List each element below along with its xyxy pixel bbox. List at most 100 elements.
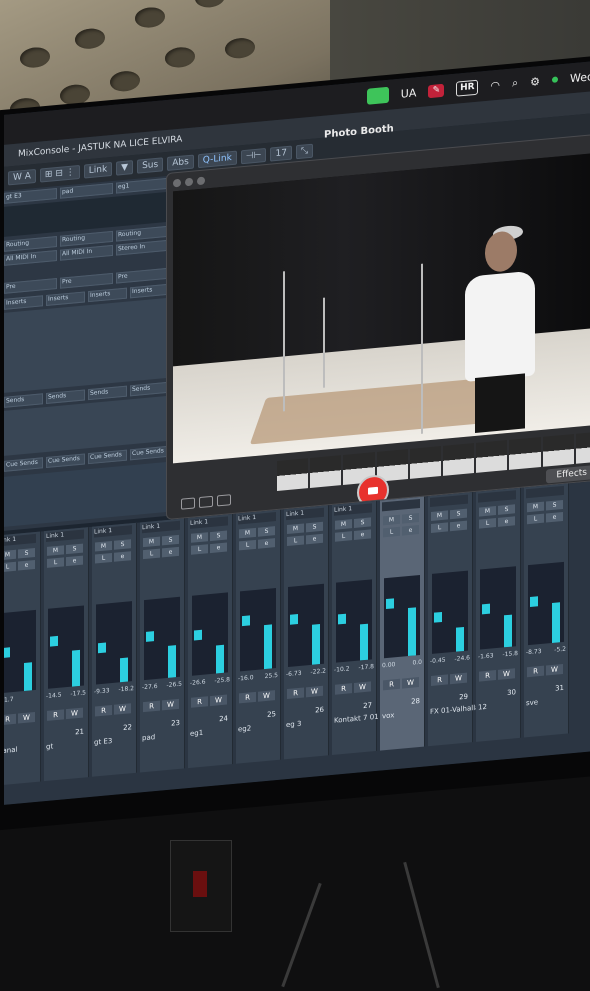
channel-name[interactable]: eg1: [190, 729, 203, 738]
solo-button[interactable]: S: [258, 526, 275, 537]
wifi-icon[interactable]: ◠: [490, 78, 500, 92]
read-button[interactable]: R: [4, 713, 16, 726]
channel-name[interactable]: vox: [382, 711, 394, 720]
routing-label[interactable]: Routing: [4, 235, 57, 252]
link-dropdown-icon[interactable]: ▼: [116, 160, 134, 176]
volume-fader[interactable]: [338, 613, 346, 624]
channel-name[interactable]: sve: [526, 698, 538, 707]
mute-button[interactable]: M: [335, 519, 352, 530]
listen-button[interactable]: L: [191, 544, 208, 555]
write-button[interactable]: W: [498, 668, 515, 680]
write-button[interactable]: W: [450, 672, 467, 685]
link-label[interactable]: Link 1: [190, 516, 228, 529]
read-button[interactable]: R: [95, 704, 112, 717]
solo-button[interactable]: S: [354, 517, 371, 528]
volume-fader[interactable]: [482, 603, 490, 615]
listen-button[interactable]: L: [335, 531, 352, 542]
edit-button[interactable]: e: [114, 551, 131, 562]
listen-button[interactable]: L: [239, 539, 256, 551]
link-label[interactable]: [478, 490, 516, 503]
link-label[interactable]: Link 1: [334, 503, 372, 516]
mute-button[interactable]: M: [47, 545, 64, 556]
volume-value[interactable]: -8.73: [526, 648, 542, 656]
listen-button[interactable]: L: [527, 513, 544, 525]
volume-fader[interactable]: [386, 598, 394, 610]
pre-section[interactable]: Pre: [4, 277, 57, 294]
input-routing[interactable]: Stereo In: [116, 239, 169, 256]
menubar-clock[interactable]: Wed: [570, 70, 590, 85]
cue-sends-label[interactable]: Cue Sends: [88, 449, 127, 465]
menubar-ua[interactable]: UA: [401, 86, 417, 100]
read-button[interactable]: R: [143, 700, 160, 713]
channel-name[interactable]: gt E3: [94, 737, 112, 747]
volume-fader[interactable]: [4, 647, 10, 658]
inserts-label[interactable]: Inserts: [46, 291, 85, 306]
channel-nav-icon[interactable]: ⊣⊢: [240, 147, 267, 165]
link-label[interactable]: Link 1: [4, 533, 36, 547]
mixer-channel[interactable]: MS Le -1.63 -15.8 RW 30 12: [476, 487, 521, 742]
visibility-button[interactable]: W A: [8, 168, 36, 186]
mute-button[interactable]: M: [191, 532, 208, 543]
write-button[interactable]: W: [402, 677, 419, 689]
mute-button[interactable]: M: [287, 523, 304, 535]
edit-button[interactable]: e: [402, 525, 419, 536]
cue-sends-label[interactable]: Cue Sends: [130, 445, 169, 461]
mixer-channel[interactable]: Link 1 MS Le -26.6 -25.8 RW 24 eg1: [188, 513, 233, 769]
volume-value[interactable]: -1.63: [478, 652, 494, 660]
read-button[interactable]: R: [335, 683, 352, 695]
solo-button[interactable]: S: [210, 530, 227, 542]
mute-button[interactable]: M: [4, 549, 16, 561]
listen-button[interactable]: L: [143, 548, 160, 560]
mixer-channel[interactable]: MS Le -0.45 -24.6 RW 29 FX 01-ValhallaVin…: [428, 492, 506, 747]
link-label[interactable]: [430, 494, 468, 508]
mixer-channel[interactable]: MS Le -8.73 -5.2 RW 31 sve: [524, 483, 569, 738]
write-button[interactable]: W: [306, 685, 323, 698]
acrobat-icon[interactable]: ✎: [428, 83, 445, 98]
mute-button[interactable]: M: [431, 510, 448, 521]
solo-button[interactable]: S: [18, 547, 35, 559]
cue-sends-label[interactable]: Cue Sends: [4, 457, 43, 472]
write-button[interactable]: W: [18, 711, 35, 724]
solo-button[interactable]: S: [306, 521, 323, 533]
effects-button[interactable]: Effects: [546, 464, 590, 484]
view-toggle-button[interactable]: ⊞ ⊟ ⋮: [39, 164, 80, 183]
mixer-channel[interactable]: Link 1 MS Le -6.73 -22.2 RW 26 eg 3: [284, 505, 329, 760]
edit-button[interactable]: e: [162, 546, 179, 558]
routing-label[interactable]: Routing: [116, 225, 169, 242]
mixer-channel[interactable]: Link 1 MS Le -10.2 -17.8 RW 27 Kontakt 7 …: [332, 500, 379, 755]
volume-value[interactable]: -27.6: [142, 683, 158, 691]
read-button[interactable]: R: [191, 696, 208, 708]
solo-button[interactable]: S: [498, 504, 515, 515]
listen-button[interactable]: L: [4, 561, 16, 573]
link-label[interactable]: [526, 485, 564, 499]
link-label[interactable]: Link 1: [286, 507, 324, 521]
volume-fader[interactable]: [242, 614, 250, 626]
read-button[interactable]: R: [239, 691, 256, 704]
input-routing[interactable]: All MIDI In: [4, 249, 57, 266]
solo-button[interactable]: S: [546, 499, 563, 511]
mute-button[interactable]: M: [527, 501, 544, 513]
pre-section[interactable]: Pre: [116, 267, 169, 284]
inserts-label[interactable]: Inserts: [130, 283, 169, 299]
inserts-label[interactable]: Inserts: [4, 295, 43, 310]
solo-button[interactable]: S: [114, 539, 131, 550]
grid-view-icon[interactable]: [181, 497, 195, 510]
mixer-channel[interactable]: Link 1 MS Le -14.5 -17.5 RW 21 gt: [44, 527, 89, 782]
video-view-icon[interactable]: [217, 494, 231, 507]
mute-button[interactable]: M: [239, 527, 256, 539]
volume-fader[interactable]: [98, 642, 106, 653]
listen-button[interactable]: L: [287, 535, 304, 547]
read-button[interactable]: R: [479, 670, 496, 682]
listen-button[interactable]: L: [95, 552, 112, 564]
mute-button[interactable]: M: [479, 506, 496, 517]
mute-button[interactable]: M: [95, 540, 112, 552]
mute-button[interactable]: M: [383, 514, 400, 526]
read-button[interactable]: R: [47, 709, 64, 721]
qlink-button[interactable]: Q-Link: [197, 150, 237, 169]
read-button[interactable]: R: [287, 687, 304, 700]
listen-button[interactable]: L: [383, 526, 400, 538]
volume-fader[interactable]: [434, 611, 442, 623]
link-label[interactable]: Link 1: [94, 525, 132, 538]
volume-value[interactable]: 0.00: [382, 661, 395, 669]
write-button[interactable]: W: [354, 681, 371, 693]
